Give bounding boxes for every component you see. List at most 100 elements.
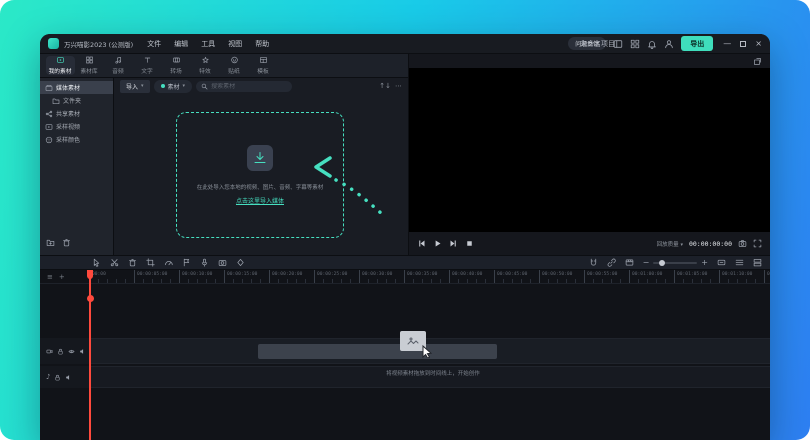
playback-controls: 回放质量 ▾ 00:00:00:00 [409,232,770,255]
more-options-icon[interactable]: ⋯ [395,82,402,90]
track-area: ♪ 将视频素材拖放到时间线上，开始创作 [40,284,770,440]
media-section: 我的素材 素材库 音频 文字 转场 特效 贴纸 模板 媒体素材 文件夹 共享素材… [40,54,408,255]
pointer-tool-icon[interactable] [92,258,101,267]
mouse-cursor-icon [422,345,433,358]
link-clips-icon[interactable] [607,258,616,267]
grid-icon[interactable] [630,39,640,49]
media-sidebar: 媒体素材 文件夹 共享素材 采样视频 采样颜色 [40,78,114,255]
tab-stickers[interactable]: 贴纸 [220,56,249,75]
tab-effects[interactable]: 特效 [191,56,220,75]
import-icon [247,145,273,172]
media-toolbar: 导入 ▾ 素材 ▾ 搜索素材 ↑↓ ⋯ [114,78,408,94]
desktop-background: 万兴喵影2023 (公测版) 文件 编辑 工具 视图 帮助 未命名项目 问题反馈 导出 … [0,0,810,440]
keyframe-icon[interactable] [236,258,245,267]
sidebar-item-shared-media[interactable]: 共享素材 [40,107,113,120]
sidebar-item-folder[interactable]: 文件夹 [40,94,113,107]
export-button[interactable]: 导出 [681,36,714,51]
menu-item[interactable]: 编辑 [174,39,188,49]
media-filter-dropdown[interactable]: 素材 ▾ [153,79,193,93]
tab-text[interactable]: 文字 [133,56,162,75]
menu-item[interactable]: 工具 [201,39,215,49]
marker-icon[interactable] [182,258,191,267]
playhead-knob[interactable] [86,295,94,302]
sidebar-item-sample-video[interactable]: 采样视频 [40,120,113,133]
zoom-in-icon[interactable]: + [701,258,708,267]
tab-transitions[interactable]: 转场 [162,56,191,75]
user-account-icon[interactable] [664,39,674,49]
crop-icon[interactable] [146,258,155,267]
detach-preview-icon[interactable] [753,57,762,66]
zoom-slider[interactable] [653,259,698,266]
app-title: 万兴喵影2023 (公测版) [64,40,134,49]
sidebar-item-project-media[interactable]: 媒体素材 [40,81,113,94]
zoom-slider-knob[interactable] [659,259,666,266]
ruler-label: 00:00:35:00 [404,270,449,283]
playback-quality-dropdown[interactable]: 回放质量 ▾ [657,240,683,248]
maximize-button[interactable] [740,40,747,47]
app-logo-icon [48,38,59,49]
split-scissors-icon[interactable] [110,258,119,267]
transition-icon [173,57,180,63]
import-dropzone[interactable]: 在此处导入您本地的视频、图片、音频、字幕等素材 点击这里导入媒体 [176,112,344,238]
close-button[interactable]: × [755,39,762,48]
project-name: 未命名项目 [580,39,615,48]
ruler-label: 00:01:00:00 [629,270,674,283]
tab-my-media[interactable]: 我的素材 [46,56,75,75]
new-folder-icon[interactable] [46,238,55,247]
snap-magnet-icon[interactable] [589,258,598,267]
sort-icon[interactable]: ↑↓ [379,82,391,90]
compact-view-icon[interactable] [753,258,762,267]
render-preview-icon[interactable] [625,258,634,267]
dropzone-hint: 在此处导入您本地的视频、图片、音频、字幕等素材 [196,185,324,192]
search-input[interactable] [211,82,288,90]
chevron-down-icon: ▾ [141,83,144,89]
tab-templates[interactable]: 模板 [249,56,278,75]
menu-item[interactable]: 视图 [228,39,242,49]
mute-icon[interactable] [79,348,86,355]
timeline-corner: ≡ + [40,270,89,283]
ruler-label: 00:00 [89,270,134,283]
eye-icon[interactable] [68,348,75,355]
menu-item[interactable]: 帮助 [255,39,269,49]
template-icon [260,57,267,63]
sidebar-item-sample-color[interactable]: 采样颜色 [40,133,113,146]
next-frame-icon[interactable] [449,239,458,248]
fit-timeline-icon[interactable] [717,258,726,267]
previous-frame-icon[interactable] [417,239,426,248]
drop-target-segment[interactable] [258,344,497,359]
notification-bell-icon[interactable] [647,39,657,49]
current-timecode: 00:00:00:00 [688,239,732,248]
tab-audio[interactable]: 音频 [104,56,133,75]
time-ruler[interactable]: 00:00 00:00:05:00 00:00:10:00 00:00:15:00 00… [89,270,770,283]
fullscreen-icon[interactable] [753,239,762,248]
lock-icon[interactable] [57,348,64,355]
add-track-icon[interactable]: + [59,273,65,281]
track-manage-icon[interactable]: ≡ [47,273,53,281]
ruler-label: 00:00:45:00 [494,270,539,283]
lock-icon[interactable] [54,374,61,381]
play-icon[interactable] [433,239,442,248]
export-frame-icon[interactable] [218,258,227,267]
minimize-button[interactable]: — [723,39,731,48]
ruler-label: 00:01:05:00 [674,270,719,283]
dropzone-import-link[interactable]: 点击这里导入媒体 [236,196,284,205]
transport-buttons [417,239,474,248]
trash-icon[interactable] [128,258,137,267]
filter-dot-icon [160,84,165,88]
speed-icon[interactable] [164,258,173,267]
import-button[interactable]: 导入 ▾ [120,79,150,93]
share-icon [45,110,53,117]
mute-icon[interactable] [65,374,72,381]
menu-bar: 文件 编辑 工具 视图 帮助 [147,39,269,49]
zoom-out-icon[interactable]: − [643,258,650,267]
stop-icon[interactable] [465,239,474,248]
ruler-label: 00:00:55:00 [584,270,629,283]
tab-stock-library[interactable]: 素材库 [75,56,104,75]
playhead[interactable] [86,270,94,440]
video-viewport [409,68,770,232]
delete-icon[interactable] [62,238,71,247]
voiceover-mic-icon[interactable] [200,258,209,267]
track-layout-icon[interactable] [735,258,744,267]
snapshot-icon[interactable] [738,239,747,248]
menu-item[interactable]: 文件 [147,39,161,49]
